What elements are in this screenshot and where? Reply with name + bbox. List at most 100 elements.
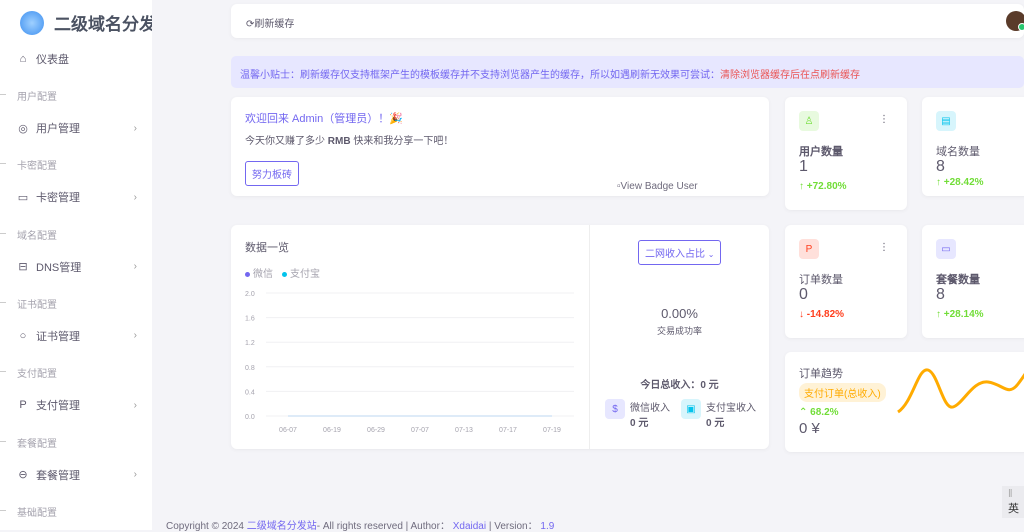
sidebar-item-dashboard[interactable]: ⌂ 仪表盘 <box>17 51 137 67</box>
more-vertical-icon[interactable]: ⋮ <box>879 242 889 253</box>
chevron-right-icon: › <box>133 399 137 411</box>
avatar[interactable] <box>1006 11 1024 31</box>
x-tick-label: 07-07 <box>411 427 429 434</box>
x-tick-label: 07-19 <box>543 427 561 434</box>
sidebar-item-label: 支付管理 <box>36 400 80 413</box>
sidebar-item[interactable]: ⊖ 套餐管理 › <box>17 467 137 483</box>
lang-label: 英 <box>1008 503 1019 515</box>
y-tick-label: 0.8 <box>245 365 255 372</box>
welcome-title: 欢迎回来 Admin（管理员）！🎉 <box>245 113 403 125</box>
sidebar-item-label: 卡密管理 <box>36 192 80 205</box>
stat-value: 1 <box>799 158 808 175</box>
x-tick-label: 07-17 <box>499 427 517 434</box>
change-value: -14.82% <box>806 309 845 320</box>
label: 微信收入 <box>630 403 670 414</box>
sidebar-item[interactable]: P 支付管理 › <box>17 397 137 413</box>
x-tick-label: 07-13 <box>455 427 473 434</box>
brand[interactable]: 二级域名分发站 <box>20 10 152 35</box>
label: 支付宝收入 <box>706 403 756 414</box>
card-title: 订单趋势 <box>799 368 843 380</box>
income-ratio-dropdown[interactable]: 二网收入占比 ⌄ <box>638 240 722 265</box>
chevron-right-icon: › <box>133 122 137 134</box>
stat-card: P ⋮ 订单数量 0 ↓ -14.82% <box>785 225 907 338</box>
chevron-right-icon: › <box>133 191 137 203</box>
sidebar-section-header: 套餐配置 <box>0 435 57 450</box>
divider <box>589 225 590 449</box>
welcome-subtitle: 今天你又赚了多少 RMB 快来和我分享一下吧！ <box>245 132 453 147</box>
paypal-icon: P <box>799 239 819 259</box>
y-tick-label: 1.6 <box>245 316 255 323</box>
dropdown-label: 二网收入占比 <box>645 249 705 260</box>
sidebar-section-header: 基础配置 <box>0 504 57 519</box>
sidebar-section-header: 域名配置 <box>0 227 57 242</box>
badge-image: ▫View Badge User <box>617 181 698 192</box>
sidebar-item-label: 证书管理 <box>36 330 80 343</box>
sidebar-item-label: 仪表盘 <box>36 54 69 66</box>
chevron-down-icon: ⌄ <box>707 250 715 259</box>
sidebar-item-label: 用户管理 <box>36 123 80 135</box>
stat-change: ↑ +28.42% <box>936 177 984 188</box>
stat-label: 套餐数量 <box>936 274 980 286</box>
sidebar-item[interactable]: ○ 证书管理 › <box>17 328 137 344</box>
sidebar-item[interactable]: ◎ 用户管理 › <box>17 120 137 136</box>
sidebar-section-header: 卡密配置 <box>0 157 57 172</box>
chevron-right-icon: › <box>133 330 137 342</box>
tips-text: 温馨小贴士：刷新缓存仅支持框架产生的模板缓存并不支持浏览器产生的缓存，所以如遇刷… <box>240 70 720 81</box>
stat-change: ↑ +28.14% <box>936 309 984 320</box>
dollar-icon: $ <box>605 399 625 419</box>
change-value: +28.42% <box>943 177 984 188</box>
more-vertical-icon[interactable]: ⋮ <box>879 114 889 125</box>
line-chart: 0.0 0.4 0.8 1.2 1.6 2.0 06-07 06-19 06-29 07-07 07… <box>245 291 574 434</box>
success-rate-label: 交易成功率 <box>656 326 702 336</box>
paypal-icon: P <box>19 399 27 412</box>
x-tick-label: 06-07 <box>279 427 297 434</box>
x-tick-label: 06-29 <box>367 427 385 434</box>
sidebar-section-header: 用户配置 <box>0 88 57 103</box>
trend-sparkline <box>897 368 1024 414</box>
success-rate-value: 0.00% <box>661 306 698 321</box>
sidebar-item[interactable]: ⊟ DNS管理 › <box>17 259 137 275</box>
stat-label: 订单数量 <box>799 274 843 286</box>
change-value: 68.2% <box>810 407 839 418</box>
stat-value: 8 <box>936 286 945 303</box>
language-switch[interactable]: ‖ 英 <box>1002 486 1024 518</box>
arrow-down-icon: ↓ <box>799 309 804 320</box>
value: 0 元 <box>706 418 725 429</box>
package-icon: ⊖ <box>18 469 28 481</box>
y-tick-label: 0.4 <box>245 389 255 396</box>
layout-icon: ⊟ <box>18 261 28 274</box>
data-overview-card: 数据一览 微信 支付宝 0.0 0.4 0.8 1.2 1.6 2.0 06-07 06-19… <box>231 225 769 449</box>
circle-icon: ○ <box>19 329 27 342</box>
chevron-right-icon: › <box>133 469 137 480</box>
change-value: +72.80% <box>806 181 847 192</box>
trend-change: ⌃ 68.2% <box>799 407 839 418</box>
sidebar-item[interactable]: ▭ 卡密管理 › <box>17 189 137 205</box>
badge-alt: View Badge User <box>620 181 698 192</box>
f-a: Copyright © 2024 <box>166 521 247 532</box>
arrow-up-icon: ↑ <box>936 177 941 188</box>
sub-b: RMB <box>327 136 351 147</box>
sidebar: 二级域名分发站 ⌂ 仪表盘 用户配置 ◎ 用户管理 › 卡密配置 ▭ 卡密管理 › 域名配置 ⊟ DN… <box>0 0 152 530</box>
sidebar-item-label: 套餐管理 <box>36 469 80 482</box>
logo <box>20 10 44 35</box>
sub-a: 今天你又赚了多少 <box>245 136 328 147</box>
stat-value: 8 <box>936 158 945 175</box>
change-value: +28.14% <box>943 309 984 320</box>
stat-card: ♙ ⋮ 用户数量 1 ↑ +72.80% <box>785 97 907 210</box>
x-tick-label: 06-19 <box>323 427 341 434</box>
stat-label: 用户数量 <box>799 146 843 158</box>
stat-card: ▭ 套餐数量 8 ↑ +28.14% <box>922 225 1024 338</box>
footer-site-link[interactable]: 二级域名分发站 <box>247 521 317 532</box>
top-navbar: ⟳刷新缓存 <box>231 4 1024 38</box>
user-circle-icon: ◎ <box>18 122 28 135</box>
refresh-cache-button[interactable]: ⟳刷新缓存 <box>246 15 294 30</box>
home-icon: ⌂ <box>19 53 27 65</box>
f-c: | Version： <box>486 521 538 532</box>
user-icon: ♙ <box>799 111 819 131</box>
footer-author-link[interactable]: Xdaidai <box>453 521 486 532</box>
stat-label: 域名数量 <box>936 146 980 158</box>
sparkline-path <box>897 368 1024 414</box>
hard-drive-icon: ▤ <box>936 111 956 131</box>
refresh-label: 刷新缓存 <box>254 19 295 30</box>
work-hard-button[interactable]: 努力板砖 <box>245 161 299 186</box>
